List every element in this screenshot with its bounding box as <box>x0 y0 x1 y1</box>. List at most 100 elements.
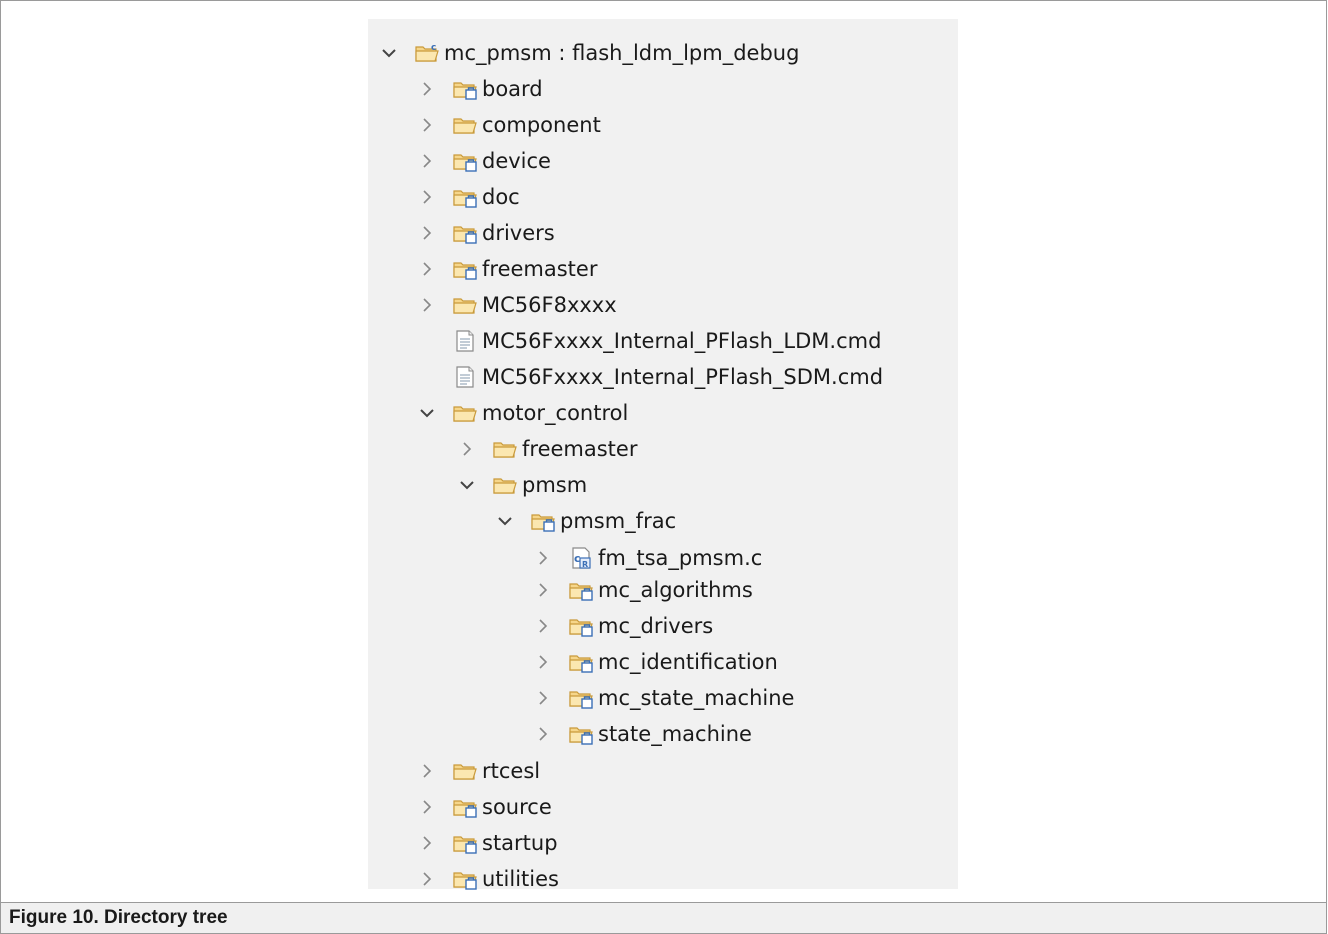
tree-item-label: MC56Fxxxx_Internal_PFlash_SDM.cmd <box>482 364 884 389</box>
source-folder-icon <box>568 650 594 674</box>
tree-item-label: MC56Fxxxx_Internal_PFlash_LDM.cmd <box>482 328 882 353</box>
tree-item-startup[interactable]: startup <box>416 825 558 861</box>
chevron-down-icon[interactable] <box>494 510 516 532</box>
chevron-right-icon[interactable] <box>532 615 554 637</box>
tree-item-mc-pmsm-flash-ldm-lpm-debug[interactable]: c mc_pmsm : flash_ldm_lpm_debug <box>378 35 799 71</box>
tree-item-label: state_machine <box>598 721 752 746</box>
tree-item-label: mc_identification <box>598 649 778 674</box>
tree-item-drivers[interactable]: drivers <box>416 215 555 251</box>
chevron-right-icon[interactable] <box>416 78 438 100</box>
tree-item-label: utilities <box>482 866 559 891</box>
tree-item-mc-state-machine[interactable]: mc_state_machine <box>532 680 794 716</box>
tree-item-label: mc_drivers <box>598 613 714 638</box>
tree-item-mc56fxxxx-internal-pflash-sdm-cmd[interactable]: MC56Fxxxx_Internal_PFlash_SDM.cmd <box>416 359 883 395</box>
source-folder-icon <box>452 185 478 209</box>
source-folder-icon <box>452 257 478 281</box>
chevron-right-icon[interactable] <box>532 547 554 569</box>
folder-open-icon <box>492 437 518 461</box>
tree-item-label: doc <box>482 184 520 209</box>
tree-item-doc[interactable]: doc <box>416 179 520 215</box>
tree-item-label: freemaster <box>482 256 598 281</box>
tree-item-mc-algorithms[interactable]: mc_algorithms <box>532 572 753 608</box>
folder-open-icon <box>452 113 478 137</box>
tree-item-component[interactable]: component <box>416 107 601 143</box>
folder-open-icon <box>452 293 478 317</box>
figure-frame: c mc_pmsm : flash_ldm_lpm_debug board com… <box>0 0 1327 902</box>
chevron-right-icon[interactable] <box>416 222 438 244</box>
chevron-right-icon[interactable] <box>416 114 438 136</box>
c-project-icon: c <box>414 41 440 65</box>
chevron-right-icon[interactable] <box>456 438 478 460</box>
tree-item-rtcesl[interactable]: rtcesl <box>416 753 540 789</box>
tree-item-label: source <box>482 794 552 819</box>
chevron-down-icon[interactable] <box>456 474 478 496</box>
chevron-right-icon[interactable] <box>416 150 438 172</box>
source-folder-icon <box>452 795 478 819</box>
file-icon <box>452 329 478 353</box>
svg-text:c: c <box>431 43 436 53</box>
source-folder-icon <box>568 578 594 602</box>
source-folder-icon <box>452 867 478 891</box>
tree-item-mc56fxxxx-internal-pflash-ldm-cmd[interactable]: MC56Fxxxx_Internal_PFlash_LDM.cmd <box>416 323 881 359</box>
tree-item-label: startup <box>482 830 558 855</box>
tree-item-freemaster[interactable]: freemaster <box>456 431 637 467</box>
tree-item-pmsm-frac[interactable]: pmsm_frac <box>494 503 676 539</box>
tree-item-label: freemaster <box>522 436 638 461</box>
source-folder-icon <box>568 722 594 746</box>
tree-item-mc-identification[interactable]: mc_identification <box>532 644 778 680</box>
tree-item-motor-control[interactable]: motor_control <box>416 395 628 431</box>
chevron-right-icon[interactable] <box>532 687 554 709</box>
chevron-right-icon[interactable] <box>416 294 438 316</box>
svg-text:R: R <box>582 560 588 569</box>
caption-bar: Figure 10. Directory tree <box>0 902 1327 934</box>
tree-item-pmsm[interactable]: pmsm <box>456 467 587 503</box>
tree-item-board[interactable]: board <box>416 71 543 107</box>
source-folder-icon <box>452 831 478 855</box>
tree-item-fm-tsa-pmsm-c[interactable]: c Rfm_tsa_pmsm.c <box>532 540 762 576</box>
tree-item-label: motor_control <box>482 400 629 425</box>
chevron-right-icon[interactable] <box>532 579 554 601</box>
tree-item-device[interactable]: device <box>416 143 551 179</box>
source-folder-icon <box>452 149 478 173</box>
chevron-right-icon[interactable] <box>416 796 438 818</box>
tree-item-source[interactable]: source <box>416 789 552 825</box>
tree-item-label: drivers <box>482 220 555 245</box>
source-folder-icon <box>530 509 556 533</box>
source-folder-icon <box>568 614 594 638</box>
chevron-down-icon[interactable] <box>378 42 400 64</box>
chevron-down-icon[interactable] <box>416 402 438 424</box>
c-file-icon: c R <box>568 546 594 570</box>
source-folder-icon <box>452 77 478 101</box>
file-icon <box>452 365 478 389</box>
chevron-right-icon[interactable] <box>532 651 554 673</box>
tree-item-label: board <box>482 76 543 101</box>
project-explorer-tree: c mc_pmsm : flash_ldm_lpm_debug board com… <box>368 19 958 890</box>
figure-caption: Figure 10. Directory tree <box>9 907 228 928</box>
folder-open-icon <box>452 401 478 425</box>
tree-item-mc56f8xxxx[interactable]: MC56F8xxxx <box>416 287 617 323</box>
chevron-right-icon[interactable] <box>416 760 438 782</box>
folder-open-icon <box>492 473 518 497</box>
chevron-right-icon[interactable] <box>416 258 438 280</box>
source-folder-icon <box>452 221 478 245</box>
folder-open-icon <box>452 759 478 783</box>
tree-item-mc-drivers[interactable]: mc_drivers <box>532 608 713 644</box>
tree-item-label: mc_algorithms <box>598 577 753 602</box>
tree-item-label: mc_pmsm : flash_ldm_lpm_debug <box>444 40 800 65</box>
tree-item-label: rtcesl <box>482 758 541 783</box>
tree-item-label: MC56F8xxxx <box>482 292 617 317</box>
tree-item-label: pmsm_frac <box>560 508 677 533</box>
source-folder-icon <box>568 686 594 710</box>
tree-item-label: mc_state_machine <box>598 685 795 710</box>
tree-item-label: pmsm <box>522 472 588 497</box>
chevron-right-icon[interactable] <box>416 186 438 208</box>
tree-item-state-machine[interactable]: state_machine <box>532 716 752 752</box>
chevron-right-icon[interactable] <box>416 868 438 890</box>
tree-item-label: device <box>482 148 551 173</box>
tree-item-label: fm_tsa_pmsm.c <box>598 545 763 570</box>
tree-item-label: component <box>482 112 601 137</box>
chevron-right-icon[interactable] <box>416 832 438 854</box>
tree-item-utilities[interactable]: utilities <box>416 861 559 897</box>
tree-item-freemaster[interactable]: freemaster <box>416 251 597 287</box>
chevron-right-icon[interactable] <box>532 723 554 745</box>
